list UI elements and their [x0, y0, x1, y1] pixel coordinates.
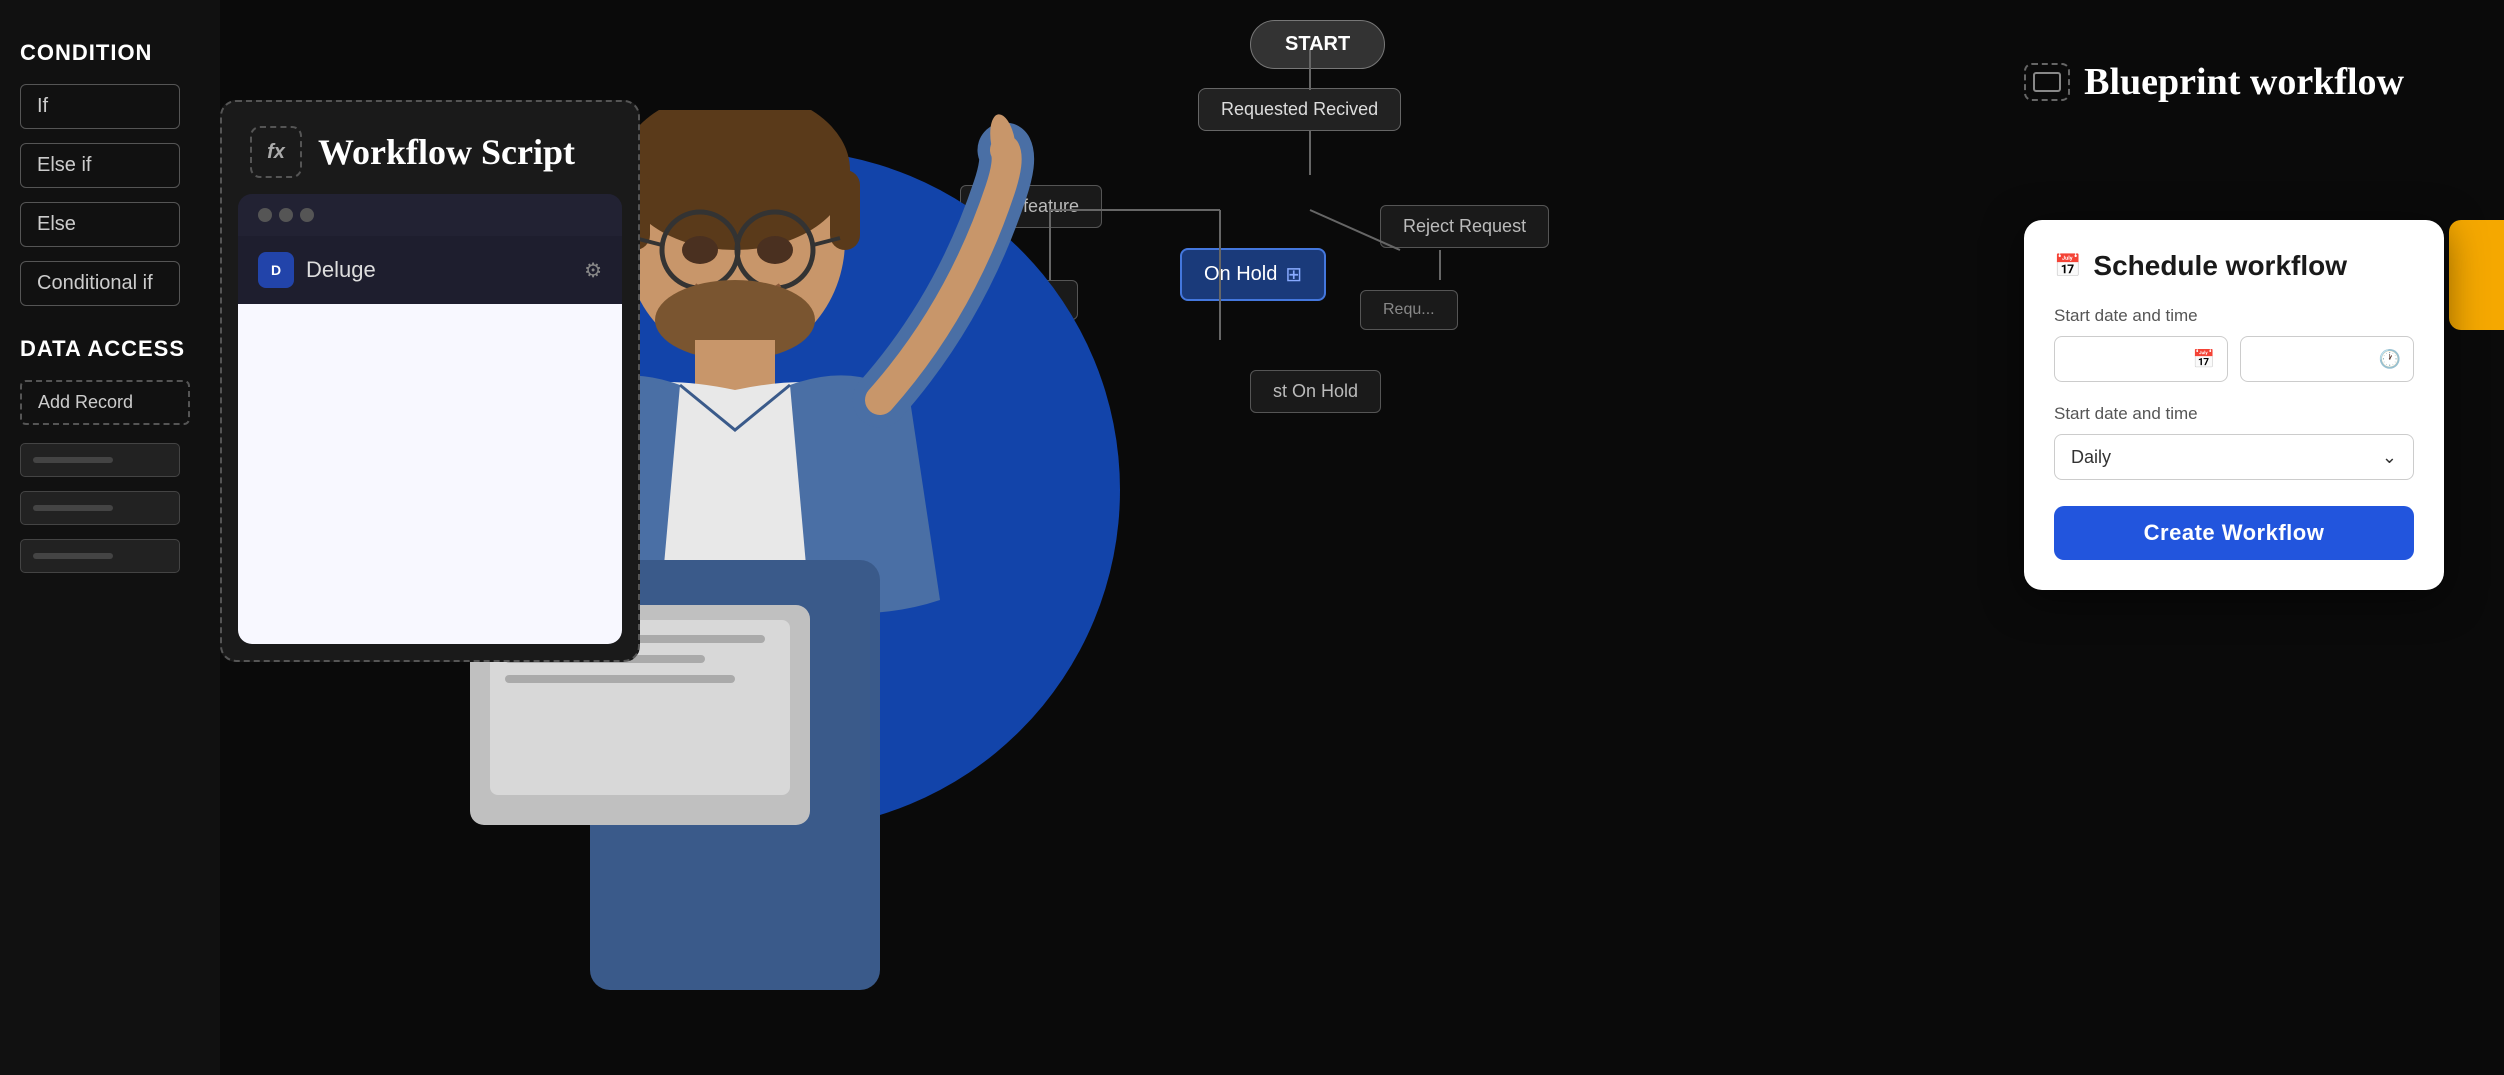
start-datetime-label: Start date and time — [2054, 306, 2414, 326]
code-editor-area[interactable] — [238, 304, 622, 644]
data-field-2 — [20, 491, 180, 525]
clock-input-icon: 🕐 — [2379, 349, 2401, 370]
on-hold-node: On Hold ⊞ — [1180, 248, 1326, 301]
gear-icon[interactable]: ⚙ — [584, 258, 602, 283]
data-field-3 — [20, 539, 180, 573]
if-button[interactable]: If — [20, 84, 180, 129]
datetime-inputs-row: 📅 🕐 — [2054, 336, 2414, 382]
calendar-icon: 📅 — [2054, 253, 2081, 279]
repeat-label: Start date and time — [2054, 404, 2414, 424]
blueprint-title: Blueprint workflow — [2084, 60, 2404, 104]
blueprint-label: Blueprint workflow — [2024, 60, 2404, 104]
req2-node: Requ... — [1360, 290, 1458, 330]
repeat-select[interactable]: Daily ⌄ — [2054, 434, 2414, 480]
deluge-label: Deluge — [306, 257, 572, 283]
schedule-workflow-card: 📅 Schedule workflow Start date and time … — [2024, 220, 2444, 590]
condition-section-label: CONDITION — [20, 40, 200, 66]
reject-request-node: Reject Request — [1380, 205, 1549, 248]
date-input[interactable]: 📅 — [2054, 336, 2228, 382]
start-node: START — [1250, 20, 1385, 69]
else-if-button[interactable]: Else if — [20, 143, 180, 188]
request-on-hold-node: st On Hold — [1250, 370, 1381, 413]
conditional-if-button[interactable]: Conditional if — [20, 261, 180, 306]
deluge-icon: D — [258, 252, 294, 288]
fx-icon: fx — [250, 126, 302, 178]
schedule-card-header: 📅 Schedule workflow — [2054, 250, 2414, 282]
blueprint-icon — [2033, 72, 2061, 92]
yellow-tab[interactable] — [2449, 220, 2504, 330]
dot-2 — [279, 208, 293, 222]
time-input[interactable]: 🕐 — [2240, 336, 2414, 382]
else-button[interactable]: Else — [20, 202, 180, 247]
chevron-down-icon: ⌄ — [2382, 447, 2397, 468]
window-dots — [258, 208, 314, 222]
workflow-script-card: fx Workflow Script D Deluge ⚙ — [220, 100, 640, 662]
calendar-input-icon: 📅 — [2193, 349, 2215, 370]
repeat-value: Daily — [2071, 447, 2111, 468]
add-record-button[interactable]: Add Record — [20, 380, 190, 425]
blueprint-icon-box — [2024, 63, 2070, 101]
data-access-label: DATA ACCESS — [20, 336, 200, 362]
schedule-title: Schedule workflow — [2093, 250, 2347, 282]
dot-1 — [258, 208, 272, 222]
main-area: fx Workflow Script D Deluge ⚙ — [220, 0, 2504, 1075]
data-field-1 — [20, 443, 180, 477]
workflow-script-title: Workflow Script — [318, 131, 575, 173]
create-workflow-button[interactable]: Create Workflow — [2054, 506, 2414, 560]
dot-3 — [300, 208, 314, 222]
requested-received-node: Requested Recived — [1198, 88, 1401, 131]
sidebar: CONDITION If Else if Else Conditional if… — [0, 0, 220, 1075]
